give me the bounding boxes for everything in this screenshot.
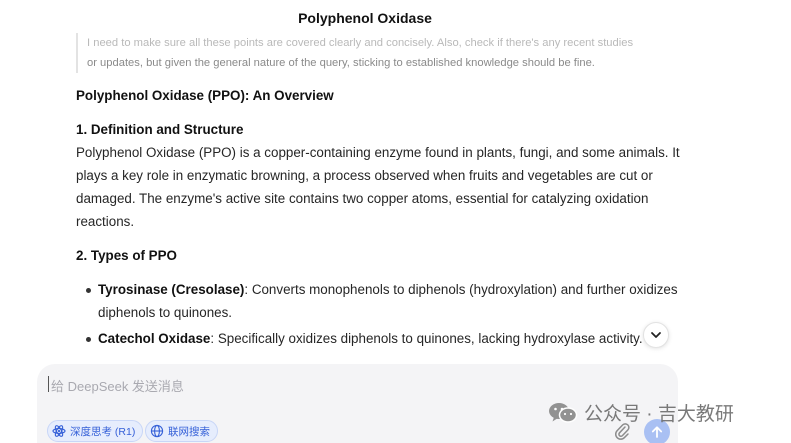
bullet-dot <box>86 288 91 293</box>
answer-content: Polyphenol Oxidase (PPO): An Overview 1.… <box>76 84 681 353</box>
chat-page: Polyphenol Oxidase I need to make sure a… <box>0 0 791 443</box>
list-item: Tyrosinase (Cresolase): Converts monophe… <box>76 278 681 324</box>
scroll-to-bottom-button[interactable] <box>643 322 669 348</box>
types-list: Tyrosinase (Cresolase): Converts monophe… <box>76 278 681 350</box>
bullet-dot <box>86 337 91 342</box>
chevron-down-icon <box>651 332 661 338</box>
section-heading: 1. Definition and Structure <box>76 122 244 137</box>
message-input[interactable] <box>49 374 613 398</box>
list-item-term: Catechol Oxidase <box>98 331 211 346</box>
list-item-text: : Specifically oxidizes diphenols to qui… <box>210 331 643 346</box>
atom-icon <box>52 425 66 437</box>
thinking-block: I need to make sure all these points are… <box>76 33 687 73</box>
globe-icon <box>150 424 164 438</box>
thinking-line: I need to make sure all these points are… <box>87 37 634 49</box>
deep-think-button[interactable]: 深度思考 (R1) <box>47 420 144 442</box>
thinking-line: or updates, but given the general nature… <box>87 57 595 69</box>
deep-think-label: 深度思考 (R1) <box>70 425 136 438</box>
section-heading: 2. Types of PPO <box>76 248 177 263</box>
arrow-up-icon <box>651 426 663 438</box>
web-search-button[interactable]: 联网搜索 <box>145 420 218 442</box>
web-search-label: 联网搜索 <box>168 425 210 438</box>
chat-title: Polyphenol Oxidase <box>298 10 432 26</box>
section-paragraph: Polyphenol Oxidase (PPO) is a copper-con… <box>76 145 680 229</box>
answer-heading: Polyphenol Oxidase (PPO): An Overview <box>76 88 334 103</box>
scroll-fade <box>0 346 791 364</box>
list-item-term: Tyrosinase (Cresolase) <box>98 282 245 297</box>
watermark: 公众号 · 吉大教研 <box>548 399 734 426</box>
wechat-icon <box>549 402 578 423</box>
watermark-text: 公众号 · 吉大教研 <box>584 404 734 425</box>
